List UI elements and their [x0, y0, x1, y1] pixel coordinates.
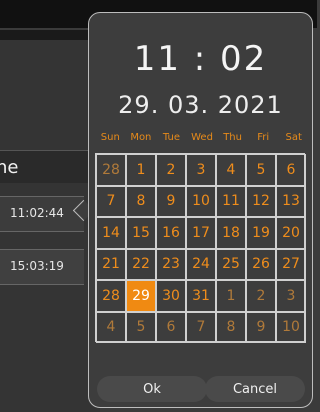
weekday-label: Tue: [162, 132, 180, 143]
day-cell[interactable]: 5: [246, 154, 276, 186]
day-cell[interactable]: 28: [96, 154, 126, 186]
day-cell[interactable]: 23: [156, 248, 186, 280]
weekday-header: Sun Mon Tue Wed Thu Fri Sat: [95, 132, 309, 148]
table-row[interactable]: 11:02:44: [0, 196, 84, 232]
day-cell[interactable]: 1: [126, 154, 156, 186]
day-cell[interactable]: 3: [276, 280, 306, 312]
day-cell[interactable]: 8: [216, 311, 246, 343]
day-cell[interactable]: 9: [156, 185, 186, 217]
calendar-grid: 28 1 2 3 4 5 6 7 8 9 10 11 12 13 14 15 1…: [95, 153, 306, 343]
date-display: 29. 03. 2021: [118, 91, 283, 119]
cancel-button[interactable]: Cancel: [205, 376, 305, 402]
day-cell[interactable]: 17: [186, 217, 216, 249]
weekday-label: Mon: [130, 132, 152, 143]
time-display[interactable]: 11 : 02: [89, 39, 312, 79]
day-cell[interactable]: 30: [156, 280, 186, 312]
day-cell[interactable]: 6: [156, 311, 186, 343]
day-cell[interactable]: 2: [156, 154, 186, 186]
day-cell[interactable]: 4: [216, 154, 246, 186]
row-time: 15:03:19: [10, 259, 64, 273]
day-cell[interactable]: 3: [186, 154, 216, 186]
column-header: ne: [0, 150, 100, 183]
day-cell[interactable]: 10: [186, 185, 216, 217]
day-cell[interactable]: 13: [276, 185, 306, 217]
day-cell[interactable]: 2: [246, 280, 276, 312]
day-cell[interactable]: 7: [186, 311, 216, 343]
day-cell[interactable]: 16: [156, 217, 186, 249]
day-cell[interactable]: 4: [96, 311, 126, 343]
row-time: 11:02:44: [10, 206, 64, 220]
weekday-label: Thu: [223, 132, 242, 143]
weekday-label: Wed: [191, 132, 213, 143]
day-cell[interactable]: 5: [126, 311, 156, 343]
weekday-label: Sun: [100, 132, 120, 143]
ok-button[interactable]: Ok: [97, 376, 207, 402]
day-cell[interactable]: 12: [246, 185, 276, 217]
weekday-label: Sat: [285, 132, 302, 143]
column-header-label: ne: [0, 157, 19, 178]
day-cell[interactable]: 27: [276, 248, 306, 280]
day-cell[interactable]: 15: [126, 217, 156, 249]
day-cell[interactable]: 9: [246, 311, 276, 343]
day-cell[interactable]: 6: [276, 154, 306, 186]
day-cell-selected[interactable]: 29: [126, 280, 156, 312]
day-cell[interactable]: 25: [216, 248, 246, 280]
day-cell[interactable]: 1: [216, 280, 246, 312]
day-cell[interactable]: 19: [246, 217, 276, 249]
day-cell[interactable]: 20: [276, 217, 306, 249]
date-time-picker: 11 : 02 29. 03. 2021 Sun Mon Tue Wed Thu…: [88, 12, 313, 408]
day-cell[interactable]: 14: [96, 217, 126, 249]
day-cell[interactable]: 7: [96, 185, 126, 217]
day-cell[interactable]: 24: [186, 248, 216, 280]
day-cell[interactable]: 10: [276, 311, 306, 343]
day-cell[interactable]: 26: [246, 248, 276, 280]
weekday-label: Fri: [257, 132, 270, 143]
day-cell[interactable]: 11: [216, 185, 246, 217]
toolbar-strip: [0, 30, 100, 40]
day-cell[interactable]: 31: [186, 280, 216, 312]
table-row[interactable]: 15:03:19: [0, 249, 84, 285]
day-cell[interactable]: 18: [216, 217, 246, 249]
day-cell[interactable]: 28: [96, 280, 126, 312]
day-cell[interactable]: 22: [126, 248, 156, 280]
day-cell[interactable]: 21: [96, 248, 126, 280]
day-cell[interactable]: 8: [126, 185, 156, 217]
